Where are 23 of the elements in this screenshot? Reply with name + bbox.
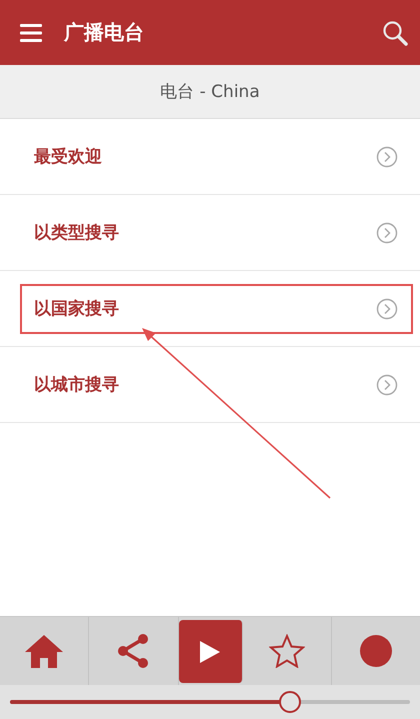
menu-icon[interactable] xyxy=(20,24,42,42)
share-icon xyxy=(116,633,150,669)
play-button[interactable] xyxy=(178,620,242,683)
chevron-icon xyxy=(376,146,398,168)
search-icon[interactable] xyxy=(382,20,408,46)
menu-item[interactable]: 最受欢迎 xyxy=(0,119,420,195)
progress-thumb[interactable] xyxy=(279,691,301,713)
star-icon xyxy=(268,634,305,668)
chevron-icon xyxy=(376,374,398,396)
chevron-icon xyxy=(376,222,398,244)
menu-item[interactable]: 以类型搜寻 xyxy=(0,195,420,271)
menu-item-label: 以城市搜寻 xyxy=(34,374,119,396)
menu-item-label: 以国家搜寻 xyxy=(34,298,119,320)
home-icon xyxy=(24,633,64,669)
subheader-title: 电台 - China xyxy=(160,81,260,103)
menu-item-label: 以类型搜寻 xyxy=(34,222,119,244)
play-icon xyxy=(199,640,221,664)
menu-item-label: 最受欢迎 xyxy=(34,146,102,168)
record-icon xyxy=(358,634,393,668)
menu-item[interactable]: 以城市搜寻 xyxy=(0,347,420,423)
menu-item[interactable]: 以国家搜寻 xyxy=(0,271,420,347)
app-title: 广播电台 xyxy=(64,19,145,46)
chevron-icon xyxy=(376,298,398,320)
